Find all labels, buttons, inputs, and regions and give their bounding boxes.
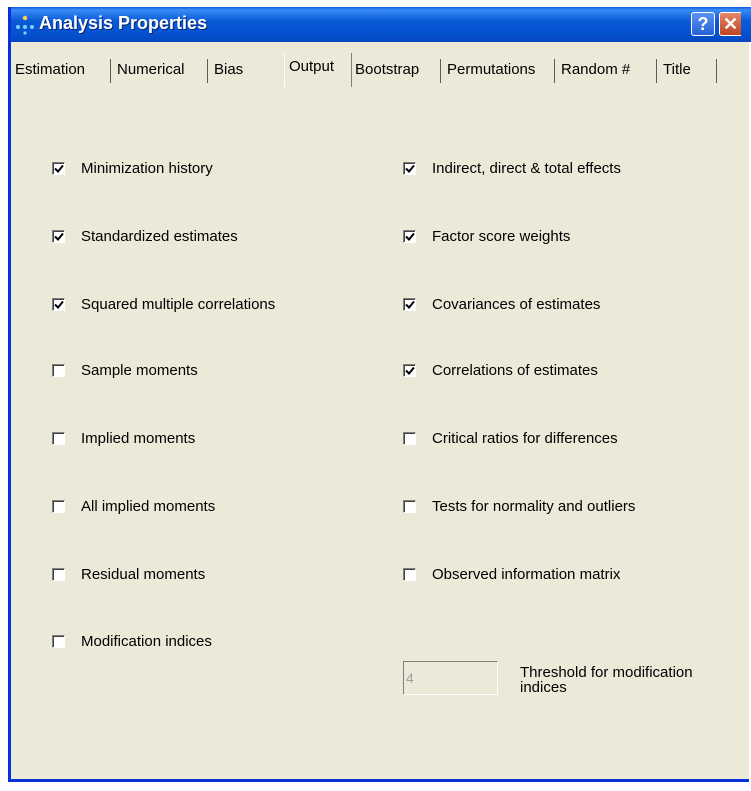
checkbox[interactable]	[52, 635, 65, 648]
checkbox[interactable]	[52, 568, 65, 581]
checkbox-label: Squared multiple correlations	[81, 296, 276, 313]
tab-title[interactable]: Title	[663, 57, 691, 85]
tab-bias[interactable]: Bias	[214, 57, 243, 85]
checkbox-label: Covariances of estimates	[432, 296, 601, 313]
threshold-input[interactable]	[403, 661, 498, 695]
checkbox-label: Factor score weights	[432, 228, 571, 245]
check-mark-icon	[54, 300, 64, 309]
tab-divider	[110, 59, 111, 83]
check-mark-icon	[405, 300, 415, 309]
check-mark-icon	[54, 232, 64, 241]
checkbox-label: Indirect, direct & total effects	[432, 160, 621, 177]
threshold-label: Threshold for modification indices	[520, 664, 693, 696]
checkbox[interactable]	[52, 298, 65, 311]
check-mark-icon	[405, 164, 415, 173]
tab-bootstrap[interactable]: Bootstrap	[355, 57, 419, 85]
checkbox-label: Observed information matrix	[432, 566, 621, 583]
checkbox[interactable]	[52, 432, 65, 445]
checkbox-label: Sample moments	[81, 362, 198, 379]
checkbox[interactable]	[403, 432, 416, 445]
check-mark-icon	[54, 164, 64, 173]
checkbox[interactable]	[403, 364, 416, 377]
tab-divider	[440, 59, 441, 83]
close-button[interactable]: ✕	[719, 12, 741, 36]
help-button[interactable]: ?	[691, 12, 715, 36]
checkbox-label: Standardized estimates	[81, 228, 238, 245]
checkbox[interactable]	[403, 230, 416, 243]
amos-app-icon	[16, 15, 34, 35]
checkbox[interactable]	[52, 230, 65, 243]
checkbox[interactable]	[52, 162, 65, 175]
checkbox[interactable]	[403, 298, 416, 311]
checkbox-label: Tests for normality and outliers	[432, 498, 636, 515]
window-title: Analysis Properties	[39, 13, 208, 33]
tab-divider	[207, 59, 208, 83]
title-bar[interactable]: Analysis Properties ? ✕	[11, 7, 751, 42]
checkbox-label: All implied moments	[81, 498, 216, 515]
checkbox[interactable]	[403, 568, 416, 581]
tab-divider	[656, 59, 657, 83]
checkbox-label: Residual moments	[81, 566, 206, 583]
tab-divider	[554, 59, 555, 83]
checkbox-label: Modification indices	[81, 633, 212, 650]
tab-estimation[interactable]: Estimation	[15, 57, 85, 85]
tab-numerical[interactable]: Numerical	[117, 57, 185, 85]
checkbox-label: Correlations of estimates	[432, 362, 598, 379]
checkbox-label: Implied moments	[81, 430, 196, 447]
check-mark-icon	[405, 232, 415, 241]
checkbox[interactable]	[52, 364, 65, 377]
checkbox[interactable]	[403, 162, 416, 175]
tab-random[interactable]: Random #	[561, 57, 630, 85]
tab-output[interactable]: Output	[289, 54, 334, 82]
checkbox-label: Minimization history	[81, 160, 213, 177]
analysis-properties-window: Analysis Properties ? ✕ Estimation Numer…	[8, 7, 751, 782]
checkbox[interactable]	[403, 500, 416, 513]
checkbox-label: Critical ratios for differences	[432, 430, 618, 447]
check-mark-icon	[405, 366, 415, 375]
checkbox[interactable]	[52, 500, 65, 513]
tab-permutations[interactable]: Permutations	[447, 57, 535, 85]
tab-divider	[716, 59, 717, 83]
